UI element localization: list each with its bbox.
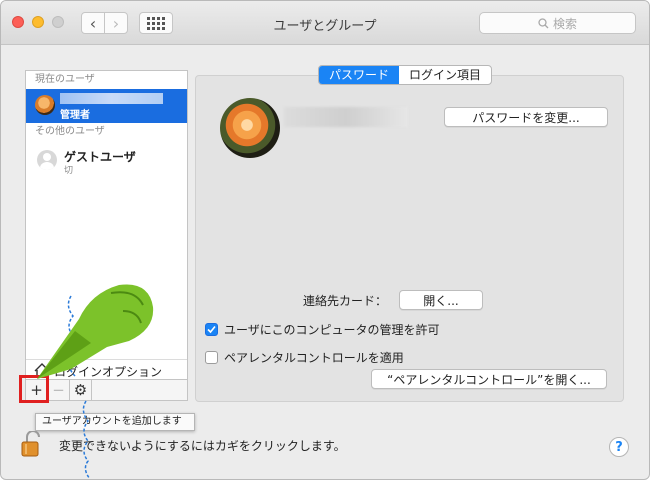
parental-controls-label: ペアレンタルコントロールを適用	[224, 351, 404, 365]
search-icon	[538, 17, 549, 28]
parental-controls-checkbox[interactable]	[205, 351, 218, 364]
tab-password[interactable]: パスワード	[319, 66, 400, 84]
allow-admin-row[interactable]: ユーザにこのコンピュータの管理を許可	[205, 321, 440, 338]
allow-admin-checkbox[interactable]	[205, 323, 218, 336]
user-list: 現在のユーザ 管理者 その他のユーザ ゲストユーザ 切 ログインオプション	[25, 70, 188, 382]
user-role: 管理者	[60, 110, 90, 121]
add-button-highlight	[19, 375, 49, 403]
guest-avatar-icon	[37, 150, 57, 170]
redacted-full-name	[284, 107, 408, 127]
avatar	[35, 95, 55, 115]
tab-login-items[interactable]: ログイン項目	[399, 66, 491, 84]
change-password-button[interactable]: パスワードを変更...	[444, 107, 608, 127]
search-placeholder: 検索	[552, 16, 577, 31]
guest-user-name: ゲストユーザ	[64, 150, 136, 164]
remove-user-button[interactable]: −	[48, 380, 70, 400]
users-groups-window: ‹ › ユーザとグループ 検索 現在のユーザ 管理者 その他のユーザ ゲストユー…	[0, 0, 650, 480]
user-picture[interactable]	[220, 98, 280, 158]
tab-bar: パスワード ログイン項目	[318, 65, 493, 85]
allow-admin-label: ユーザにこのコンピュータの管理を許可	[224, 323, 440, 337]
open-contact-button[interactable]: 開く...	[399, 290, 483, 310]
search-field[interactable]: 検索	[479, 12, 636, 34]
guest-user-status: 切	[64, 166, 74, 176]
login-options-label: ログインオプション	[54, 365, 163, 379]
other-users-header: その他のユーザ	[35, 126, 105, 137]
lock-message: 変更できないようにするにはカギをクリックします。	[59, 439, 346, 453]
login-options-item[interactable]: ログインオプション	[26, 359, 187, 381]
sidebar-button-bar: + − ⚙	[25, 379, 188, 401]
current-user-header: 現在のユーザ	[35, 74, 95, 85]
title-bar: ‹ › ユーザとグループ 検索	[1, 1, 649, 45]
user-list-item-current[interactable]: 管理者	[26, 89, 187, 123]
help-button[interactable]: ?	[609, 437, 629, 457]
checkmark-icon	[207, 325, 216, 334]
lock-icon[interactable]	[21, 431, 41, 457]
redacted-username	[60, 93, 163, 104]
user-list-item-guest[interactable]: ゲストユーザ 切	[26, 141, 187, 176]
add-user-tooltip: ユーザアカウントを追加します	[35, 413, 195, 431]
gear-icon[interactable]: ⚙	[70, 380, 92, 400]
contact-card-label: 連絡先カード：	[303, 294, 388, 308]
parental-controls-row[interactable]: ペアレンタルコントロールを適用	[205, 349, 404, 366]
open-parental-controls-button[interactable]: “ペアレンタルコントロール”を開く...	[371, 369, 607, 389]
